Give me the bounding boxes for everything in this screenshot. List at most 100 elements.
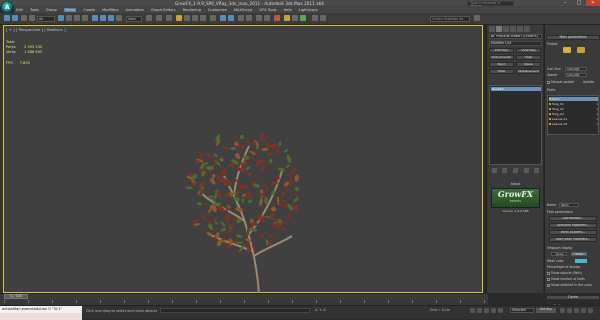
modifier-button[interactable]: Noise (516, 62, 541, 67)
path-item[interactable]: Twig_03 1 (549, 112, 598, 116)
percent-snap-icon[interactable] (192, 15, 198, 21)
menu-customize[interactable]: Customize (208, 8, 227, 12)
unlink-icon[interactable] (29, 15, 35, 21)
maxscript-listener[interactable]: actionMan.executeAction 0 "311" (0, 306, 82, 313)
menu-lightmaps[interactable]: Lightmaps (299, 8, 318, 12)
render-setup-icon[interactable] (284, 15, 290, 21)
undo-icon[interactable] (4, 15, 10, 21)
open-project-icon[interactable] (563, 47, 571, 53)
tab-hierarchy[interactable] (503, 26, 509, 32)
show-leafs-checkbox[interactable]: Show number of leafs (547, 277, 585, 281)
manipulate-icon[interactable] (156, 15, 162, 21)
pin-stack-icon[interactable] (491, 168, 497, 173)
curve-editor-icon[interactable] (256, 15, 262, 21)
path-item[interactable]: Leaves 02 1 (549, 122, 598, 126)
perspective-viewport[interactable]: [ + ] [ Perspective ] [ Realistic ] Tota… (3, 25, 483, 295)
app-logo[interactable]: A (1, 0, 13, 13)
menu-maxscript[interactable]: MAXScript (234, 8, 252, 12)
path-item[interactable]: Leaves 01 1 (549, 117, 598, 121)
window-crossing-icon[interactable] (82, 15, 88, 21)
speed-field[interactable]: 100,000 (565, 73, 587, 77)
mesh-color-swatch[interactable] (575, 259, 587, 263)
distribution-button[interactable]: Distribution... (549, 216, 597, 221)
modifier-button[interactable]: Displacement (516, 69, 541, 74)
tab-create[interactable] (489, 26, 495, 32)
scale-icon[interactable] (108, 15, 114, 21)
menu-modifiers[interactable]: Modifiers (102, 8, 118, 12)
zoom-all-icon[interactable] (567, 308, 572, 313)
update-button[interactable]: Update (583, 80, 594, 84)
menu-group[interactable]: Group (46, 8, 57, 12)
remove-modifier-icon[interactable] (523, 168, 529, 173)
rotate-icon[interactable] (100, 15, 106, 21)
render-icon[interactable] (300, 15, 306, 21)
modifier-button[interactable]: Shell (489, 69, 514, 74)
cache-header[interactable]: Cache (546, 295, 600, 300)
play-icon[interactable] (484, 308, 489, 313)
path-item[interactable]: Twig_02 1 (549, 107, 598, 111)
orbit-icon[interactable] (588, 308, 593, 313)
menu-animation[interactable]: Animation (126, 8, 144, 12)
tab-utilities[interactable] (524, 26, 530, 32)
move-icon[interactable] (92, 15, 98, 21)
search-input[interactable]: Type a keyword or phrase (467, 0, 514, 7)
angle-snap-icon[interactable] (184, 15, 190, 21)
link-icon[interactable] (21, 15, 27, 21)
modifier-button[interactable]: Turbosmooth (489, 55, 514, 60)
menu-gfx-tools[interactable]: GFX Tools (259, 8, 276, 12)
path-name-field[interactable]: Stem (559, 203, 579, 207)
icon-size-field[interactable]: 100,000 (565, 67, 587, 71)
reference-coord-dropdown[interactable]: View (126, 16, 142, 22)
goto-start-icon[interactable] (470, 308, 475, 313)
keyboard-shortcut-icon[interactable] (166, 15, 172, 21)
manual-update-checkbox[interactable]: Manual update (547, 80, 574, 84)
paths-list[interactable]: Stem 1 Twig_01 1 Twig_02 1 Twig_03 1 Leaves 01 1 L… (547, 95, 599, 135)
show-selected-checkbox[interactable]: Show selected in the color (547, 283, 592, 287)
edit-named-sel-icon[interactable] (210, 15, 216, 21)
rect-select-icon[interactable] (74, 15, 80, 21)
key-filter-dropdown[interactable]: Selected (510, 308, 534, 313)
help-icon[interactable] (474, 15, 480, 21)
align-icon[interactable] (228, 15, 234, 21)
material-editor-icon[interactable] (274, 15, 280, 21)
menu-tools[interactable]: Tools (30, 8, 39, 12)
object-name-field[interactable]: BF Photinia Fraseri (GrowFX) (489, 34, 542, 39)
menu-help[interactable]: Help (284, 8, 292, 12)
after-mesh-modifiers-button[interactable]: After Mesh Modifiers... (549, 237, 597, 242)
named-selection-set-dropdown[interactable]: Create Selection Se (430, 16, 470, 22)
mesh-button[interactable]: Mesh (571, 252, 587, 256)
direction-modifiers-button[interactable]: Direction Modifiers... (549, 223, 597, 228)
pan-icon[interactable] (581, 308, 586, 313)
menu-edit[interactable]: Edit (16, 8, 23, 12)
graphite-icon[interactable] (246, 15, 252, 21)
gfx-tool2-icon[interactable] (320, 15, 326, 21)
goto-end-icon[interactable] (498, 308, 503, 313)
coordinate-readout[interactable]: X: Y: Z: (315, 308, 327, 312)
save-project-icon[interactable] (577, 47, 585, 53)
lines-button[interactable]: Lines (551, 252, 567, 256)
zoom-icon[interactable] (560, 308, 565, 313)
modifier-button[interactable]: Edit Poly (489, 48, 514, 53)
menu-views[interactable]: Views (63, 7, 77, 12)
placement-icon[interactable] (116, 15, 122, 21)
modifier-button[interactable]: Shell (516, 55, 541, 60)
show-selected-check[interactable] (547, 283, 550, 287)
plant-model[interactable] (164, 116, 314, 316)
stack-item-growfx[interactable]: GrowFX (491, 87, 541, 91)
modifier-list-dropdown[interactable]: Modifier List (489, 41, 542, 46)
tab-modify[interactable] (496, 26, 502, 32)
tab-motion[interactable] (510, 26, 516, 32)
show-objects-checkbox[interactable]: Show objects (Path) (547, 271, 582, 275)
about-rollout-header[interactable]: About (489, 182, 542, 186)
set-key-button[interactable]: Set Key (536, 307, 556, 313)
schematic-view-icon[interactable] (264, 15, 270, 21)
configure-sets-icon[interactable] (534, 168, 540, 173)
viewport-label[interactable]: [ + ] [ Perspective ] [ Realistic ] (6, 27, 66, 32)
mesh-builders-button[interactable]: Mesh builders... (549, 230, 597, 235)
path-item[interactable]: Stem 1 (549, 97, 598, 101)
redo-icon[interactable] (12, 15, 18, 21)
mirror-icon[interactable] (220, 15, 226, 21)
prev-frame-icon[interactable] (477, 308, 482, 313)
tab-display[interactable] (517, 26, 523, 32)
select-by-name-icon[interactable] (66, 15, 72, 21)
